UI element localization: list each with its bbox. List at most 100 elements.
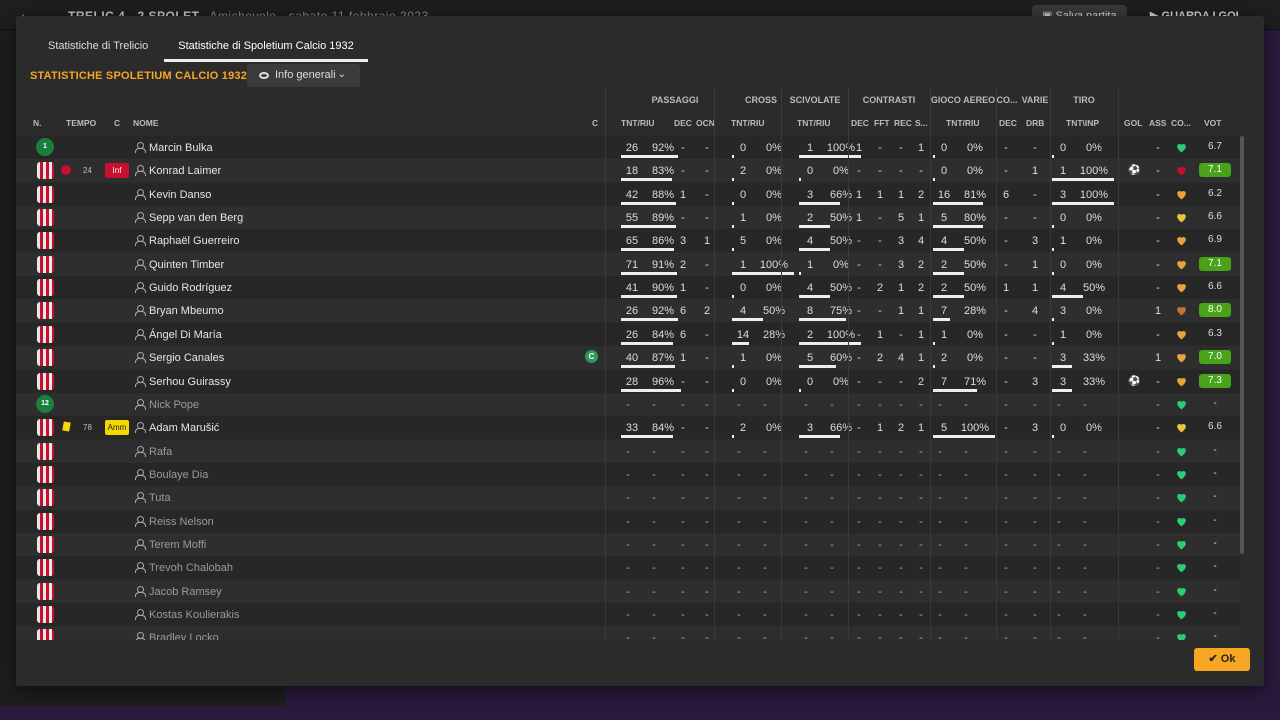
table-row[interactable]: Jacob Ramsey - - - - - - - - - - - - - - - - - - - - [16,579,1241,603]
table-row[interactable]: Serhou Guirassy 28 96% - -0 0% 0 0% - - -2 7 71% -3 3 3… [16,369,1241,393]
player-name[interactable]: Tuta [149,492,171,504]
player-name[interactable]: Guido Rodríguez [149,282,232,294]
col-cdec[interactable]: DEC [851,118,869,128]
aerial-bar [933,178,935,182]
col-nome[interactable]: NOME [133,118,159,128]
empty-cell: - [681,468,685,481]
player-name[interactable]: Boulaye Dia [149,469,208,481]
player-name[interactable]: Reiss Nelson [149,516,214,528]
table-row[interactable]: Bryan Mbeumo 26 92% 6 2 4 50% 8 75% - -1 1 7 28% -4 3 0%… [16,299,1241,323]
pass-ocn: - [705,212,709,225]
player-name[interactable]: Terem Moffi [149,539,206,551]
player-name[interactable]: Trevoh Chalobah [149,562,233,574]
player-name[interactable]: Kevin Danso [149,189,211,201]
person-icon [135,562,146,574]
empty-cell: - [1004,445,1008,458]
table-row[interactable]: 24 Inf Konrad Laimer 18 83% - -2 0% 0 0% - - - -0 0% -1… [16,159,1241,183]
table-row[interactable]: Kostas Koulierakis - - - - - - - - - - - - - - - - - - - - [16,603,1241,626]
player-name[interactable]: Serhou Guirassy [149,376,231,388]
tackles-bar [799,248,830,252]
shots-bar [1052,388,1072,392]
table-row[interactable]: Tuta - - - - - - - - - - - - - - - - - - - - [16,486,1241,510]
col-aer[interactable]: TNT/RIU [946,118,980,128]
co-dec: - [1004,235,1008,248]
cross-attempts: 2 [739,422,747,435]
col-codec[interactable]: DEC [999,118,1017,128]
cont-dec: - [857,352,861,365]
ok-button[interactable]: ✔ Ok [1194,648,1250,671]
col-c[interactable]: C [114,118,120,128]
empty-cell: - [681,609,685,621]
cont-fft: 1 [876,328,884,341]
col-cross[interactable]: TNT/RIU [731,118,765,128]
empty-cell: - [919,585,923,598]
table-row[interactable]: Bradley Locko - - - - - - - - - - - - - - - - - - - - [16,626,1241,640]
table-row[interactable]: 78 Amm Adam Marušić 33 84% - -2 0% 3 66% -1 2 1 5 100%… [16,416,1241,440]
col-tempo[interactable]: TEMPO [66,118,96,128]
player-name[interactable]: Adam Marušić [149,422,219,434]
player-name[interactable]: Konrad Laimer [149,165,221,177]
cont-fft: 2 [876,282,884,295]
table-row[interactable]: Terem Moffi - - - - - - - - - - - - - - - - - - - - [16,532,1241,556]
col-vot[interactable]: VOT [1204,118,1221,128]
table-row[interactable]: Trevoh Chalobah - - - - - - - - - - - - - - - - - - - - [16,556,1241,580]
player-name[interactable]: Rafa [149,446,172,458]
table-row[interactable]: Quinten Timber 71 91% 2-1 100% 1 0% - -3 2 2 50% -1 0… [16,252,1241,276]
col-fft[interactable]: FFT [874,118,890,128]
col-co2[interactable]: CO... [1171,118,1191,128]
scrollbar[interactable] [1240,136,1244,554]
tab-trelicio[interactable]: Statistiche di Trelicio [34,16,162,62]
player-name[interactable]: Quinten Timber [149,259,224,271]
table-row[interactable]: 1 Marcin Bulka 26 92% - -0 0% 1 100% 1- -1 0 0% - -0 0%… [16,136,1241,159]
tab-spoletium[interactable]: Statistiche di Spoletium Calcio 1932 [164,16,368,62]
cross-attempts: 1 [739,352,747,365]
player-name[interactable]: Kostas Koulierakis [149,609,240,621]
col-s[interactable]: S... [915,118,928,128]
table-row[interactable]: Ángel Di María 26 84% 6-14 28% 2 100% -1-1 1 0% - -… [16,322,1241,346]
injury-icon [61,165,71,176]
pass-ocn: - [705,352,709,365]
person-icon [135,632,146,640]
player-name[interactable]: Nick Pope [149,399,199,411]
table-row[interactable]: Boulaye Dia - - - - - - - - - - - - - - - - - - - - [16,462,1241,486]
col-sciv[interactable]: TNT/RIU [797,118,831,128]
table-row[interactable]: Sergio Canales C 40 87% 1-1 0% 5 60% -2 4 1 2 0% - -3 3… [16,346,1241,370]
table-row[interactable]: Rafa - - - - - - - - - - - - - - - - - - - - [16,439,1241,463]
table-row[interactable]: Guido Rodríguez 41 90% 1-0 0% 4 50% -2 1 2 2 50% 1 1 4… [16,276,1241,300]
player-name[interactable]: Sergio Canales [149,352,224,364]
rating-badge: - [1213,608,1217,619]
table-row[interactable]: Reiss Nelson - - - - - - - - - - - - - - - - - - - - [16,509,1241,533]
table-row[interactable]: 12 Nick Pope - - - - - - - - - - - - - - - - - - - - [16,392,1241,416]
empty-cell: - [1057,538,1061,551]
col-rec[interactable]: REC [894,118,912,128]
gk-number-badge: 1 [36,138,54,156]
table-row[interactable]: Raphaël Guerreiro 65 86% 3 1 5 0% 4 50% - -3 4 4 50% -… [16,229,1241,253]
player-name[interactable]: Ángel Di María [149,329,222,341]
table-row[interactable]: Kevin Danso 42 88% 1-0 0% 3 66% 1 1 1 2 16 81% 6-3 100… [16,182,1241,206]
shirt-icon [37,349,54,367]
cont-dec: 1 [855,212,863,225]
cont-fft: - [878,375,882,388]
col-pass[interactable]: TNT/RIU [621,118,655,128]
eye-icon [259,72,269,79]
pass-dec: 3 [679,235,687,248]
player-name[interactable]: Bradley Locko [149,632,219,640]
player-name[interactable]: Marcin Bulka [149,142,213,154]
col-n[interactable]: N. [33,118,42,128]
tackles-attempts: 2 [806,212,814,225]
player-name[interactable]: Jacob Ramsey [149,586,222,598]
player-name[interactable]: Bryan Mbeumo [149,305,224,317]
col-gol[interactable]: GOL [1124,118,1142,128]
col-drb[interactable]: DRB [1026,118,1044,128]
player-name[interactable]: Sepp van den Berg [149,212,243,224]
view-dropdown[interactable]: Info generali ⌄ [247,64,360,87]
col-ass[interactable]: ASS [1149,118,1166,128]
col-ocn[interactable]: OCN [696,118,715,128]
col-c2[interactable]: C [592,118,598,128]
col-dec[interactable]: DEC [674,118,692,128]
pass-dec: - [681,165,685,178]
cross-bar [732,201,734,205]
table-row[interactable]: Sepp van den Berg 55 89% - -1 0% 2 50% 1-5 1 5 80% -… [16,206,1241,230]
col-tiro[interactable]: TNT\INP [1066,118,1099,128]
player-name[interactable]: Raphaël Guerreiro [149,235,240,247]
